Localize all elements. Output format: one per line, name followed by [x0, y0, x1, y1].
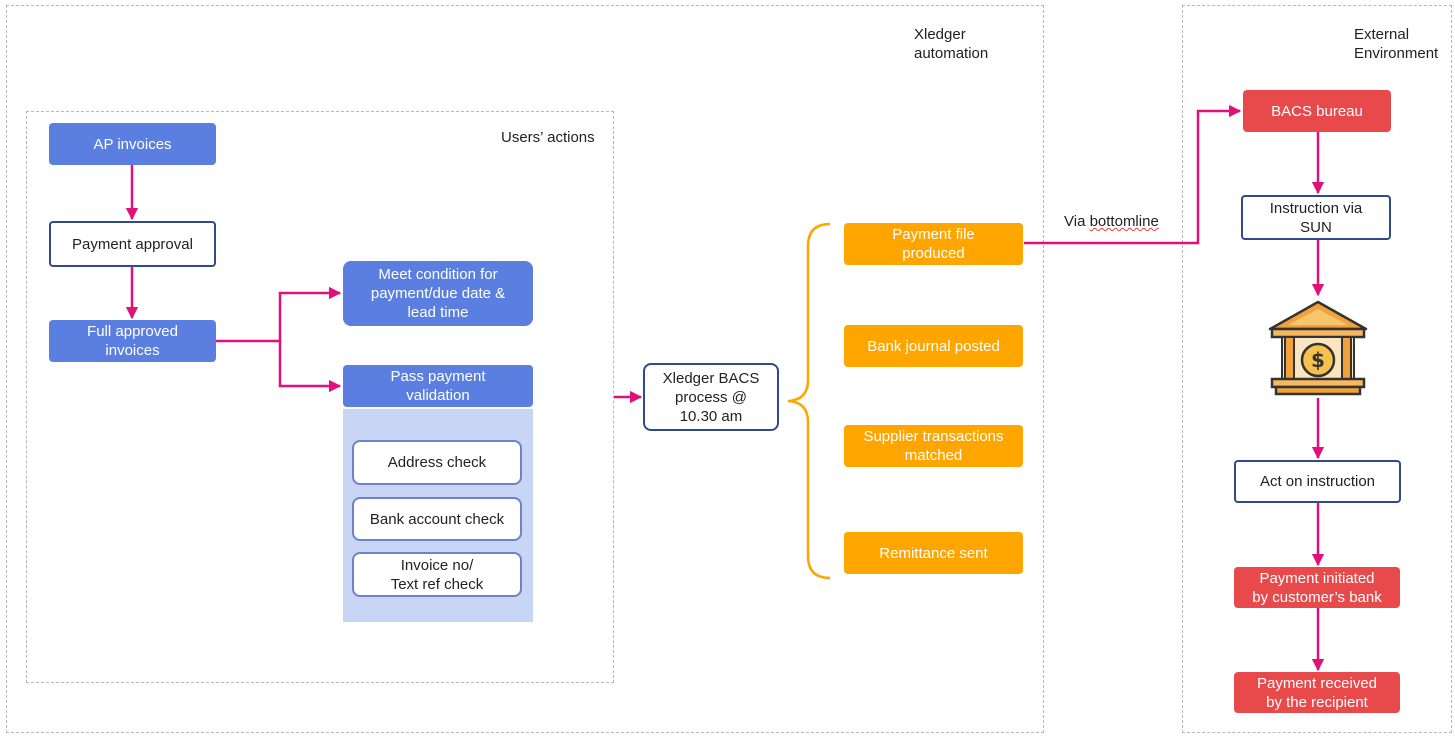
svg-text:$: $	[1311, 348, 1325, 372]
instruction-via-sun-node[interactable]: Instruction via SUN	[1241, 195, 1391, 240]
outputs-brace	[787, 222, 831, 580]
meet-condition-node[interactable]: Meet condition for payment/due date & le…	[343, 261, 533, 326]
via-bottomline-word: bottomline	[1089, 213, 1159, 230]
full-approved-invoices-node[interactable]: Full approved invoices	[49, 320, 216, 362]
invoice-text-ref-check-node[interactable]: Invoice no/ Text ref check	[352, 552, 522, 597]
bacs-bureau-node[interactable]: BACS bureau	[1243, 90, 1391, 132]
payment-approval-node[interactable]: Payment approval	[49, 221, 216, 267]
payment-received-node[interactable]: Payment received by the recipient	[1234, 672, 1400, 713]
act-on-instruction-node[interactable]: Act on instruction	[1234, 460, 1401, 503]
arrow-branch-to-validation	[278, 341, 342, 393]
xledger-bacs-process-node[interactable]: Xledger BACS process @ 10.30 am	[643, 363, 779, 431]
via-bottomline-label: Via bottomline	[1064, 212, 1159, 231]
via-prefix: Via	[1064, 213, 1090, 230]
address-check-node[interactable]: Address check	[352, 440, 522, 485]
ap-invoices-node[interactable]: AP invoices	[49, 123, 216, 165]
remittance-sent-node[interactable]: Remittance sent	[844, 532, 1023, 574]
arrow-full-to-branch	[216, 286, 342, 343]
bank-account-check-node[interactable]: Bank account check	[352, 497, 522, 541]
bank-building-icon: $	[1268, 300, 1368, 396]
bank-journal-posted-node[interactable]: Bank journal posted	[844, 325, 1023, 367]
payment-file-produced-node[interactable]: Payment file produced	[844, 223, 1023, 265]
supplier-transactions-matched-node[interactable]: Supplier transactions matched	[844, 425, 1023, 467]
pass-validation-node[interactable]: Pass payment validation	[343, 365, 533, 407]
payment-initiated-node[interactable]: Payment initiated by customer’s bank	[1234, 567, 1400, 608]
